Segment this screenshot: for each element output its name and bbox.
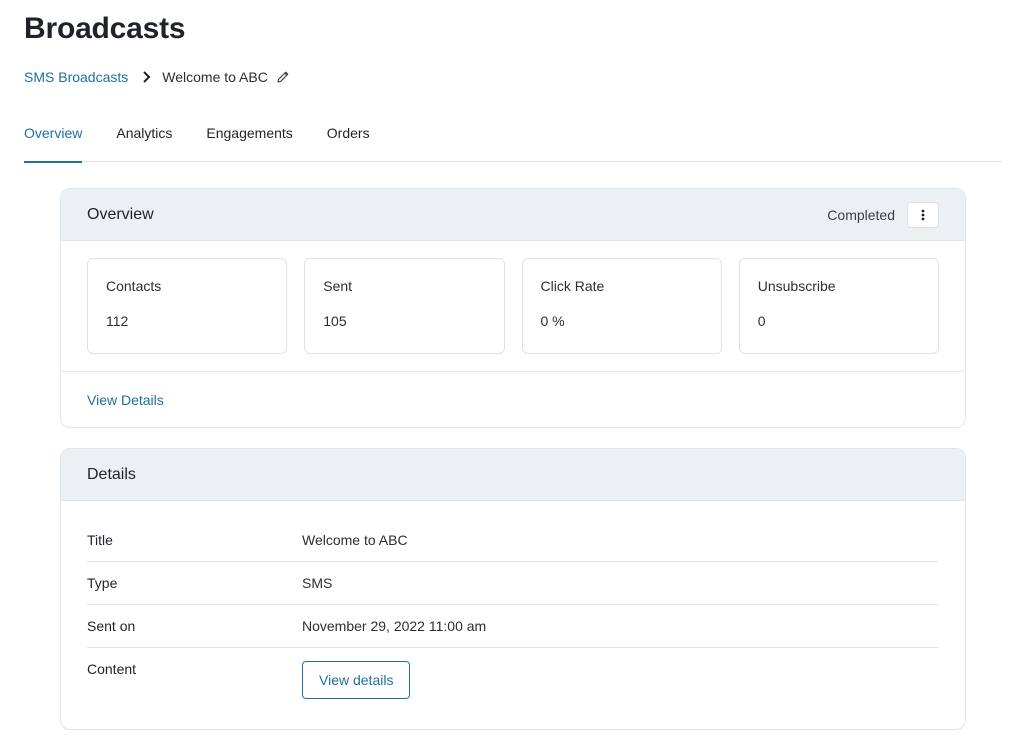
overview-card-title: Overview	[87, 205, 154, 223]
stat-card-contacts: Contacts 112	[87, 258, 288, 354]
detail-label: Title	[87, 532, 113, 548]
stat-value: 105	[323, 313, 347, 329]
breadcrumb-current: Welcome to ABC	[162, 69, 268, 85]
detail-label: Content	[87, 661, 137, 677]
stat-card-click-rate: Click Rate 0 %	[521, 258, 722, 354]
stat-label: Click Rate	[540, 278, 605, 294]
breadcrumb-link-sms-broadcasts[interactable]: SMS Broadcasts	[24, 69, 128, 85]
overview-card: Overview Completed Contacts 112 Sent 105…	[60, 188, 966, 428]
stat-label: Unsubscribe	[757, 278, 836, 294]
detail-row-content: Content View details	[87, 648, 939, 699]
stat-value: 0 %	[540, 313, 565, 329]
more-options-button[interactable]	[907, 201, 939, 228]
detail-label: Type	[87, 575, 118, 591]
stat-label: Sent	[323, 278, 353, 294]
detail-row-title: Title Welcome to ABC	[87, 519, 939, 562]
view-content-details-button[interactable]: View details	[302, 661, 411, 699]
detail-row-sent-on: Sent on November 29, 2022 11:00 am	[87, 605, 939, 648]
stat-card-sent: Sent 105	[304, 258, 505, 354]
stats-row: Contacts 112 Sent 105 Click Rate 0 % Uns…	[61, 241, 965, 372]
stat-value: 112	[106, 313, 129, 329]
tab-analytics[interactable]: Analytics	[116, 110, 172, 162]
detail-label: Sent on	[87, 618, 136, 634]
details-card-title: Details	[87, 465, 136, 483]
view-details-link[interactable]: View Details	[87, 392, 164, 408]
stat-value: 0	[757, 313, 766, 329]
detail-value: SMS	[302, 575, 333, 591]
page-title: Broadcasts	[24, 12, 186, 45]
stat-card-unsubscribe: Unsubscribe 0	[738, 258, 939, 354]
tab-overview[interactable]: Overview	[24, 110, 83, 163]
details-card-header: Details	[61, 449, 965, 501]
stat-label: Contacts	[106, 278, 162, 294]
overview-card-footer: View Details	[61, 372, 965, 427]
tab-engagements[interactable]: Engagements	[206, 110, 292, 162]
chevron-right-icon	[142, 71, 151, 83]
detail-value: Welcome to ABC	[302, 532, 408, 548]
tab-bar: Overview Analytics Engagements Orders	[24, 110, 1003, 163]
details-card: Details Title Welcome to ABC Type SMS Se…	[60, 448, 966, 730]
tab-orders[interactable]: Orders	[327, 110, 370, 162]
overview-card-header: Overview Completed	[61, 189, 965, 241]
more-vertical-icon	[921, 209, 925, 220]
breadcrumb: SMS Broadcasts Welcome to ABC	[24, 69, 290, 85]
detail-value: November 29, 2022 11:00 am	[302, 618, 487, 634]
detail-row-type: Type SMS	[87, 562, 939, 605]
pencil-icon[interactable]	[276, 70, 290, 84]
details-list: Title Welcome to ABC Type SMS Sent on No…	[61, 501, 965, 729]
status-badge: Completed	[827, 206, 895, 223]
